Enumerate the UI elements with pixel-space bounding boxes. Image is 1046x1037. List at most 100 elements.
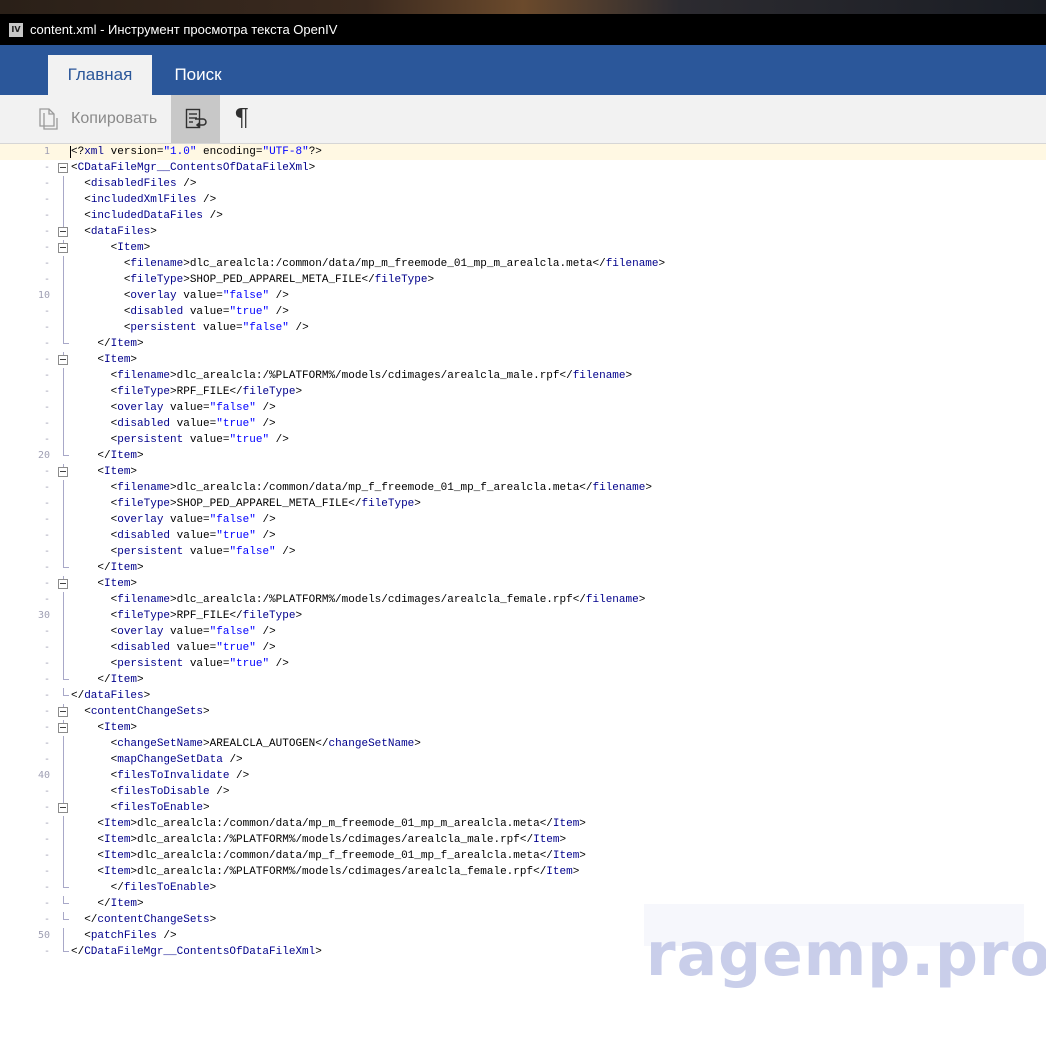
code-line[interactable]: - <Item>dlc_arealcla:/%PLATFORM%/models/… [0, 864, 1046, 880]
collapse-toggle-icon[interactable] [58, 467, 68, 477]
code-line[interactable]: - <Item>dlc_arealcla:/common/data/mp_m_f… [0, 816, 1046, 832]
code-line[interactable]: - <disabledFiles /> [0, 176, 1046, 192]
code-line[interactable]: 40 <filesToInvalidate /> [0, 768, 1046, 784]
fold-guide-line [63, 656, 64, 672]
xml-text: /> [156, 930, 177, 942]
code-line[interactable]: - </filesToEnable> [0, 880, 1046, 896]
code-line[interactable]: - <Item> [0, 464, 1046, 480]
code-line[interactable]: - <Item> [0, 352, 1046, 368]
code-text: <Item>dlc_arealcla:/%PLATFORM%/models/cd… [71, 864, 579, 880]
pilcrow-icon: ¶ [234, 104, 250, 132]
code-line[interactable]: - <overlay value="false" /> [0, 624, 1046, 640]
code-line[interactable]: - <disabled value="true" /> [0, 640, 1046, 656]
code-line[interactable]: - <filename>dlc_arealcla:/%PLATFORM%/mod… [0, 368, 1046, 384]
xml-text: > [658, 258, 666, 270]
code-line[interactable]: - </Item> [0, 560, 1046, 576]
code-line[interactable]: - <persistent value="true" /> [0, 432, 1046, 448]
code-line[interactable]: - <contentChangeSets> [0, 704, 1046, 720]
code-line[interactable]: - <disabled value="true" /> [0, 416, 1046, 432]
xml-text: > [414, 498, 421, 510]
code-line[interactable]: 30 <fileType>RPF_FILE</fileType> [0, 608, 1046, 624]
code-line[interactable]: - <persistent value="false" /> [0, 544, 1046, 560]
line-number: - [43, 482, 50, 493]
tab-home[interactable]: Главная [48, 55, 152, 95]
xml-text: /> [255, 402, 276, 414]
xml-tag-name: overlay [117, 514, 164, 526]
xml-tag-name: Item [104, 354, 131, 366]
code-line[interactable]: - <overlay value="false" /> [0, 400, 1046, 416]
line-number: - [43, 626, 50, 637]
code-line[interactable]: - <disabled value="true" /> [0, 528, 1046, 544]
xml-text: </ [97, 674, 111, 686]
code-line[interactable]: - <changeSetName>AREALCLA_AUTOGEN</chang… [0, 736, 1046, 752]
code-line[interactable]: - <mapChangeSetData /> [0, 752, 1046, 768]
word-wrap-toggle[interactable] [171, 95, 220, 143]
xml-attr-value: "UTF-8" [262, 146, 309, 158]
window-titlebar[interactable]: IV content.xml - Инструмент просмотра те… [0, 14, 1046, 45]
code-line[interactable]: - <persistent value="false" /> [0, 320, 1046, 336]
code-line[interactable]: - <Item> [0, 240, 1046, 256]
code-text: <contentChangeSets> [71, 704, 209, 720]
code-line[interactable]: - <fileType>RPF_FILE</fileType> [0, 384, 1046, 400]
tab-search[interactable]: Поиск [160, 55, 236, 95]
code-text: <filename>dlc_arealcla:/%PLATFORM%/model… [71, 592, 646, 608]
code-line[interactable]: 10 <overlay value="false" /> [0, 288, 1046, 304]
collapse-toggle-icon[interactable] [58, 707, 68, 717]
code-line[interactable]: 20 </Item> [0, 448, 1046, 464]
code-line[interactable]: - </Item> [0, 672, 1046, 688]
xml-text: /> [196, 194, 217, 206]
code-text: <persistent value="true" /> [71, 656, 289, 672]
xml-tag-name: mapChangeSetData [117, 754, 223, 766]
fold-guide-line [63, 416, 64, 432]
code-line[interactable]: - <includedXmlFiles /> [0, 192, 1046, 208]
code-line[interactable]: - <fileType>SHOP_PED_APPAREL_META_FILE</… [0, 272, 1046, 288]
code-line[interactable]: - <filesToEnable> [0, 800, 1046, 816]
code-line[interactable]: - <disabled value="true" /> [0, 304, 1046, 320]
collapse-toggle-icon[interactable] [58, 355, 68, 365]
collapse-toggle-icon[interactable] [58, 723, 68, 733]
code-line[interactable]: - <dataFiles> [0, 224, 1046, 240]
xml-text: > [130, 578, 138, 590]
xml-tag-name: persistent [117, 434, 184, 446]
code-line[interactable]: - <overlay value="false" /> [0, 512, 1046, 528]
code-line[interactable]: - <Item> [0, 576, 1046, 592]
line-number: - [43, 562, 50, 573]
code-line[interactable]: 1 <?xml version="1.0" encoding="UTF-8"?> [0, 144, 1046, 160]
code-line[interactable]: - </dataFiles> [0, 688, 1046, 704]
code-line[interactable]: - <Item> [0, 720, 1046, 736]
line-number: - [43, 882, 50, 893]
xml-tag-name: Item [104, 818, 131, 830]
collapse-toggle-icon[interactable] [58, 227, 68, 237]
code-line[interactable]: - <includedDataFiles /> [0, 208, 1046, 224]
xml-text: > [559, 834, 567, 846]
code-line[interactable]: - <persistent value="true" /> [0, 656, 1046, 672]
code-line[interactable]: - <filename>dlc_arealcla:/common/data/mp… [0, 480, 1046, 496]
code-line[interactable]: - <filename>dlc_arealcla:/common/data/mp… [0, 256, 1046, 272]
collapse-toggle-icon[interactable] [58, 163, 68, 173]
line-number: 40 [37, 770, 50, 781]
fold-guide-line [63, 864, 64, 880]
xml-text: > [308, 162, 316, 174]
ribbon-toolbar: Копировать ¶ [0, 95, 1046, 144]
xml-attr-value: "false" [209, 626, 256, 638]
code-line[interactable]: - </Item> [0, 336, 1046, 352]
code-line[interactable]: - <filename>dlc_arealcla:/%PLATFORM%/mod… [0, 592, 1046, 608]
collapse-toggle-icon[interactable] [58, 803, 68, 813]
code-line[interactable]: - <filesToDisable /> [0, 784, 1046, 800]
collapse-toggle-icon[interactable] [58, 243, 68, 253]
collapse-toggle-icon[interactable] [58, 579, 68, 589]
code-line[interactable]: - <Item>dlc_arealcla:/common/data/mp_f_f… [0, 848, 1046, 864]
copy-button-label: Копировать [71, 110, 158, 127]
code-text: <CDataFileMgr__ContentsOfDataFileXml> [71, 160, 315, 176]
code-line[interactable]: - <Item>dlc_arealcla:/%PLATFORM%/models/… [0, 832, 1046, 848]
copy-button[interactable]: Копировать [30, 95, 160, 143]
code-line[interactable]: - <CDataFileMgr__ContentsOfDataFileXml> [0, 160, 1046, 176]
show-whitespace-toggle[interactable]: ¶ [222, 95, 264, 143]
code-line[interactable]: - <fileType>SHOP_PED_APPAREL_META_FILE</… [0, 496, 1046, 512]
